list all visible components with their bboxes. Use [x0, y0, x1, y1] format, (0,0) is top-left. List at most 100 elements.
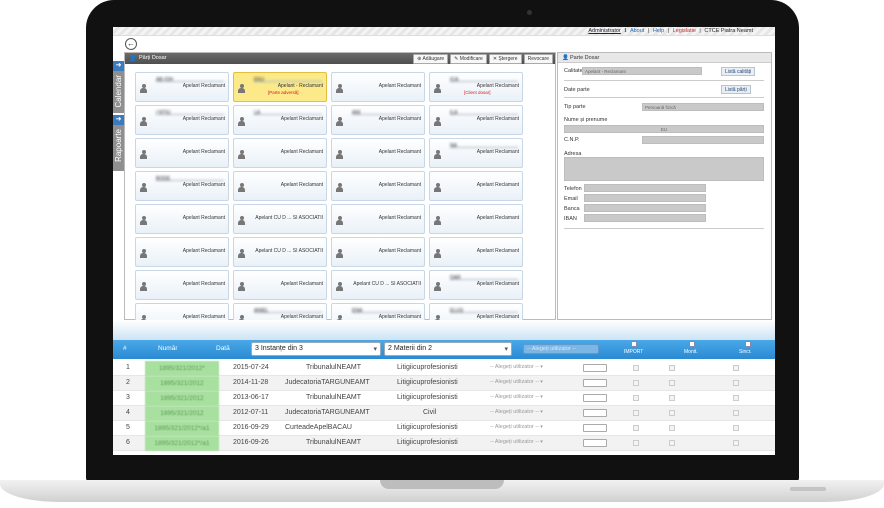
monit-checkbox[interactable] — [669, 380, 675, 386]
col-numar[interactable]: Număr — [158, 345, 178, 352]
iban-field[interactable] — [584, 214, 706, 222]
monit-all-checkbox[interactable] — [689, 341, 695, 347]
monit-checkbox[interactable] — [669, 395, 675, 401]
monit-checkbox[interactable] — [669, 425, 675, 431]
party-card[interactable]: Apelant Reclamant — [135, 138, 229, 168]
party-card[interactable]: Apelant CU D ... SI ASOCIATII — [331, 270, 425, 300]
adresa-field[interactable] — [564, 157, 764, 181]
import-checkbox[interactable] — [633, 425, 639, 431]
sincr-checkbox[interactable] — [733, 410, 739, 416]
party-card[interactable]: ILA Apelant Reclamant — [429, 105, 523, 135]
import-checkbox[interactable] — [633, 440, 639, 446]
party-card[interactable]: EKU Apelant - Reclamant [Parte adversă] — [233, 72, 327, 102]
party-card[interactable]: Apelant Reclamant — [331, 204, 425, 234]
party-card[interactable]: Apelant Reclamant — [135, 270, 229, 300]
party-card[interactable]: / NTIU Apelant Reclamant — [135, 105, 229, 135]
monit-checkbox[interactable] — [669, 410, 675, 416]
party-card[interactable]: Apelant Reclamant — [135, 237, 229, 267]
email-field[interactable] — [584, 194, 706, 202]
party-card[interactable]: Apelant CU D ... SI ASOCIATII — [233, 237, 327, 267]
col-data[interactable]: Dată — [216, 345, 230, 352]
party-card[interactable]: Apelant Reclamant — [429, 204, 523, 234]
party-card[interactable]: NA Apelant Reclamant — [429, 138, 523, 168]
party-card[interactable]: Apelant CU D ... SI ASOCIATII — [233, 204, 327, 234]
banca-field[interactable] — [584, 204, 706, 212]
help-link[interactable]: Help — [653, 28, 664, 34]
nume-field[interactable]: EU — [564, 125, 764, 133]
party-card[interactable]: Apelant Reclamant — [331, 138, 425, 168]
row-text-input[interactable] — [583, 364, 607, 372]
party-card[interactable]: Apelant Reclamant — [233, 138, 327, 168]
row-user-select[interactable]: -- Alegeți utilizator -- — [490, 409, 543, 415]
instante-select[interactable]: 3 Instanțe din 3 — [251, 342, 381, 356]
lista-parti-button[interactable]: Listă părți — [721, 85, 751, 94]
party-card[interactable]: AB /OH Apelant Reclamant — [135, 72, 229, 102]
party-card[interactable]: BODE Apelant Reclamant — [135, 171, 229, 201]
case-number[interactable]: 1895/321/2012*/a1 — [145, 436, 219, 451]
sincr-checkbox[interactable] — [733, 380, 739, 386]
row-text-input[interactable] — [583, 439, 607, 447]
lista-calitati-button[interactable]: Listă calități — [721, 67, 756, 76]
party-card[interactable]: Apelant Reclamant — [331, 237, 425, 267]
modify-button[interactable]: ✎ Modificare — [450, 54, 487, 64]
party-card[interactable]: Apelant Reclamant — [135, 204, 229, 234]
party-card[interactable]: Apelant Reclamant — [233, 270, 327, 300]
row-text-input[interactable] — [583, 424, 607, 432]
tab-calendar[interactable]: ➜ Calendar — [113, 61, 124, 113]
user-filter-select[interactable]: -- Alegeți utilizator -- — [523, 344, 599, 354]
sincr-all-checkbox[interactable] — [745, 341, 751, 347]
table-row[interactable]: 4 1895/321/2012 2012-07-11 JudecatoriaTARGU… — [113, 406, 775, 421]
back-arrow-icon[interactable]: ← — [125, 38, 137, 50]
import-checkbox[interactable] — [633, 410, 639, 416]
cnp-field[interactable] — [642, 136, 764, 144]
row-user-select[interactable]: -- Alegeți utilizator -- — [490, 379, 543, 385]
delete-button[interactable]: ✕ Ștergere — [488, 54, 522, 64]
tab-rapoarte[interactable]: ➜ Rapoarte — [113, 115, 124, 171]
table-row[interactable]: 3 1895/321/2012 2013-06-17 TribunalulNEAMT L… — [113, 391, 775, 406]
party-card[interactable]: Apelant Reclamant — [331, 171, 425, 201]
case-number[interactable]: 1895/321/2012* — [145, 361, 219, 376]
row-user-select[interactable]: -- Alegeți utilizator -- — [490, 364, 543, 370]
sincr-checkbox[interactable] — [733, 440, 739, 446]
table-row[interactable]: 6 1895/321/2012*/a1 2016-09-26 TribunalulNE… — [113, 436, 775, 451]
party-card[interactable]: ANI Apelant Reclamant — [331, 105, 425, 135]
telefon-field[interactable] — [584, 184, 706, 192]
materii-select[interactable]: 2 Materii din 2 — [384, 342, 512, 356]
import-checkbox[interactable] — [633, 380, 639, 386]
party-card[interactable]: ICA Apelant Reclamant [Client dosar] — [429, 72, 523, 102]
calitate-select[interactable]: Apelant - Reclamant — [582, 67, 702, 75]
party-card[interactable]: Apelant Reclamant — [429, 237, 523, 267]
table-row[interactable]: 5 1895/321/2012*/a1 2016-09-29 CurteadeApel… — [113, 421, 775, 436]
legislatie-link[interactable]: Legislatie — [673, 28, 696, 34]
row-text-input[interactable] — [583, 409, 607, 417]
table-row[interactable]: 2 1895/321/2012 2014-11-28 JudecatoriaTARGU… — [113, 376, 775, 391]
row-user-select[interactable]: -- Alegeți utilizator -- — [490, 439, 543, 445]
case-number[interactable]: 1895/321/2012 — [145, 406, 219, 421]
case-number[interactable]: 1895/321/2012*/a1 — [145, 421, 219, 436]
case-number[interactable]: 1895/321/2012 — [145, 391, 219, 406]
revoke-button[interactable]: Revocare — [523, 54, 553, 64]
row-text-input[interactable] — [583, 379, 607, 387]
add-button[interactable]: ⊕ Adăugare — [413, 54, 449, 64]
sincr-checkbox[interactable] — [733, 395, 739, 401]
monit-checkbox[interactable] — [669, 365, 675, 371]
import-checkbox[interactable] — [633, 365, 639, 371]
user-link[interactable]: Administrator — [588, 28, 620, 34]
import-checkbox[interactable] — [633, 395, 639, 401]
monit-checkbox[interactable] — [669, 440, 675, 446]
about-link[interactable]: ℹ About — [624, 28, 644, 34]
party-card[interactable]: Apelant Reclamant — [331, 72, 425, 102]
sincr-checkbox[interactable] — [733, 425, 739, 431]
case-number[interactable]: 1895/321/2012 — [145, 376, 219, 391]
row-text-input[interactable] — [583, 394, 607, 402]
party-card[interactable]: Apelant Reclamant — [233, 171, 327, 201]
party-card[interactable]: DAR Apelant Reclamant — [429, 270, 523, 300]
tip-parte-select[interactable]: Persoană fizică — [642, 103, 764, 111]
sincr-checkbox[interactable] — [733, 365, 739, 371]
party-card[interactable]: Apelant Reclamant — [429, 171, 523, 201]
row-user-select[interactable]: -- Alegeți utilizator -- — [490, 424, 543, 430]
table-row[interactable]: 1 1895/321/2012* 2015-07-24 TribunalulNEAMT… — [113, 361, 775, 376]
party-card[interactable]: LA Apelant Reclamant — [233, 105, 327, 135]
import-all-checkbox[interactable] — [631, 341, 637, 347]
row-user-select[interactable]: -- Alegeți utilizator -- — [490, 394, 543, 400]
